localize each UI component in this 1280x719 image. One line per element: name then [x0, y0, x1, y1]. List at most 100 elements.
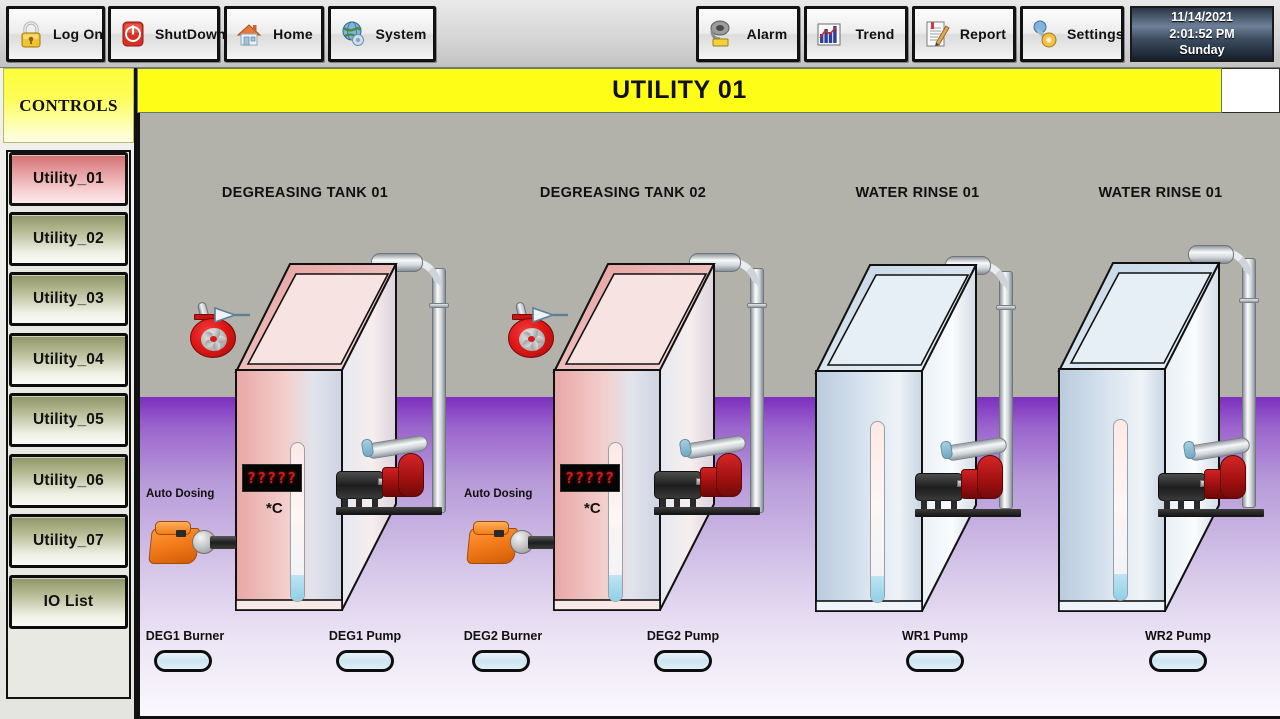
sidebar-item-utility-04[interactable]: Utility_04	[9, 333, 128, 387]
controls-header: CONTROLS	[3, 68, 134, 143]
level-gauge-liquid	[871, 576, 884, 602]
bell-icon	[706, 18, 736, 50]
lock-icon	[16, 18, 46, 50]
sidebar-item-label: Utility_03	[33, 290, 104, 307]
temperature-value: ?????	[564, 469, 616, 487]
alarm-button[interactable]: Alarm	[696, 6, 800, 62]
burner-detail	[176, 530, 186, 537]
level-gauge	[1113, 419, 1128, 601]
top-toolbar: Log On ShutDown Home System Alarm Trend …	[0, 0, 1280, 68]
flow-arrow-icon	[531, 304, 569, 326]
pump-volute	[977, 455, 1003, 499]
settings-label: Settings	[1067, 26, 1124, 42]
temperature-unit: *C	[584, 500, 601, 517]
sidebar-item-utility-01[interactable]: Utility_01	[9, 152, 128, 206]
globe-icon	[338, 18, 368, 50]
datetime-display: 11/14/2021 2:01:52 PM Sunday	[1130, 6, 1274, 62]
trend-button[interactable]: Trend	[804, 6, 908, 62]
alarm-label: Alarm	[746, 26, 788, 42]
station-water-rinse-02: WATER RINSE 01 WR2 Pump	[1038, 113, 1280, 719]
station-degreasing-tank-02: DEGREASING TANK 02 ????? *C Auto Dosing …	[458, 113, 788, 719]
pump-inlet-cap	[1182, 440, 1197, 460]
equipment-label-pump: WR2 Pump	[1145, 629, 1211, 643]
pump-unit[interactable]	[915, 433, 1023, 521]
pump-volute	[398, 453, 424, 497]
shutdown-label: ShutDown	[155, 26, 226, 42]
sidebar-item-utility-07[interactable]: Utility_07	[9, 514, 128, 568]
pump-motor	[915, 473, 963, 501]
pump-inlet-cap	[939, 440, 954, 460]
burner-unit[interactable]	[148, 518, 236, 570]
report-label: Report	[959, 26, 1007, 42]
report-button[interactable]: Report	[912, 6, 1016, 62]
equipment-label-pump: DEG1 Pump	[328, 629, 402, 643]
level-gauge	[870, 421, 885, 603]
clock-date: 11/14/2021	[1171, 10, 1233, 25]
burner-nozzle	[528, 536, 554, 549]
burner-unit[interactable]	[466, 518, 554, 570]
status-indicator-pump[interactable]	[906, 650, 964, 672]
auto-dosing-label: Auto Dosing	[464, 488, 533, 500]
equipment-label-pump: WR1 Pump	[902, 629, 968, 643]
status-indicator-pump[interactable]	[336, 650, 394, 672]
station-water-rinse-01: WATER RINSE 01 WR1 Pump	[795, 113, 1040, 719]
sidebar-item-utility-02[interactable]: Utility_02	[9, 212, 128, 266]
status-indicator-burner[interactable]	[472, 650, 530, 672]
page-title-label: UTILITY 01	[612, 76, 747, 104]
power-icon	[118, 18, 148, 50]
pump-unit[interactable]	[1158, 433, 1266, 521]
hmi-screen: Log On ShutDown Home System Alarm Trend …	[0, 0, 1280, 719]
pump-motor	[336, 471, 384, 499]
station-degreasing-tank-01: DEGREASING TANK 01 ????? *C Auto Dosing …	[140, 113, 470, 719]
process-mimic: DEGREASING TANK 01 ????? *C Auto Dosing …	[137, 113, 1280, 719]
sidebar-item-label: Utility_04	[33, 351, 104, 368]
pump-inlet-cap	[678, 438, 693, 458]
pump-inlet-cap	[360, 438, 375, 458]
shutdown-button[interactable]: ShutDown	[108, 6, 226, 62]
auto-dosing-blower[interactable]	[504, 298, 568, 358]
pipe-collar	[996, 305, 1016, 310]
clock-day: Sunday	[1179, 43, 1225, 58]
pump-volute	[716, 453, 742, 497]
home-icon	[234, 18, 264, 50]
status-indicator-pump[interactable]	[654, 650, 712, 672]
log-on-label: Log On	[53, 26, 104, 42]
temperature-display[interactable]: ?????	[560, 464, 620, 492]
station-title: WATER RINSE 01	[1098, 185, 1223, 201]
sidebar-item-label: Utility_02	[33, 230, 104, 247]
home-button[interactable]: Home	[224, 6, 324, 62]
sidebar-item-label: IO List	[43, 593, 94, 610]
trend-label: Trend	[855, 26, 895, 42]
blower-core	[210, 336, 217, 342]
sidebar-item-utility-06[interactable]: Utility_06	[9, 454, 128, 508]
level-gauge-liquid	[291, 575, 304, 601]
pump-base-plate	[654, 507, 760, 515]
pump-base-plate	[1158, 509, 1264, 517]
sidebar-item-io-list[interactable]: IO List	[9, 575, 128, 629]
status-indicator-pump[interactable]	[1149, 650, 1207, 672]
level-gauge-liquid	[1114, 574, 1127, 600]
pump-unit[interactable]	[336, 431, 444, 519]
pipe-collar	[429, 303, 449, 308]
system-label: System	[375, 26, 427, 42]
equipment-label-pump: DEG2 Pump	[646, 629, 720, 643]
system-button[interactable]: System	[328, 6, 436, 62]
sidebar-item-label: Utility_01	[33, 170, 104, 187]
pump-unit[interactable]	[654, 431, 762, 519]
status-indicator-burner[interactable]	[154, 650, 212, 672]
title-corner-panel	[1222, 68, 1280, 113]
settings-button[interactable]: Settings	[1020, 6, 1124, 62]
blower-core	[528, 336, 535, 342]
pump-base-plate	[915, 509, 1021, 517]
bar-chart-icon	[814, 18, 844, 50]
temperature-display[interactable]: ?????	[242, 464, 302, 492]
temperature-unit: *C	[266, 500, 283, 517]
log-on-button[interactable]: Log On	[6, 6, 105, 62]
pipe-collar	[1239, 298, 1259, 303]
equipment-label-burner: DEG2 Burner	[463, 629, 543, 643]
sidebar-item-utility-03[interactable]: Utility_03	[9, 272, 128, 326]
auto-dosing-blower[interactable]	[186, 298, 250, 358]
clock-time: 2:01:52 PM	[1169, 26, 1235, 41]
sidebar-item-utility-05[interactable]: Utility_05	[9, 393, 128, 447]
pipe-collar	[747, 303, 767, 308]
